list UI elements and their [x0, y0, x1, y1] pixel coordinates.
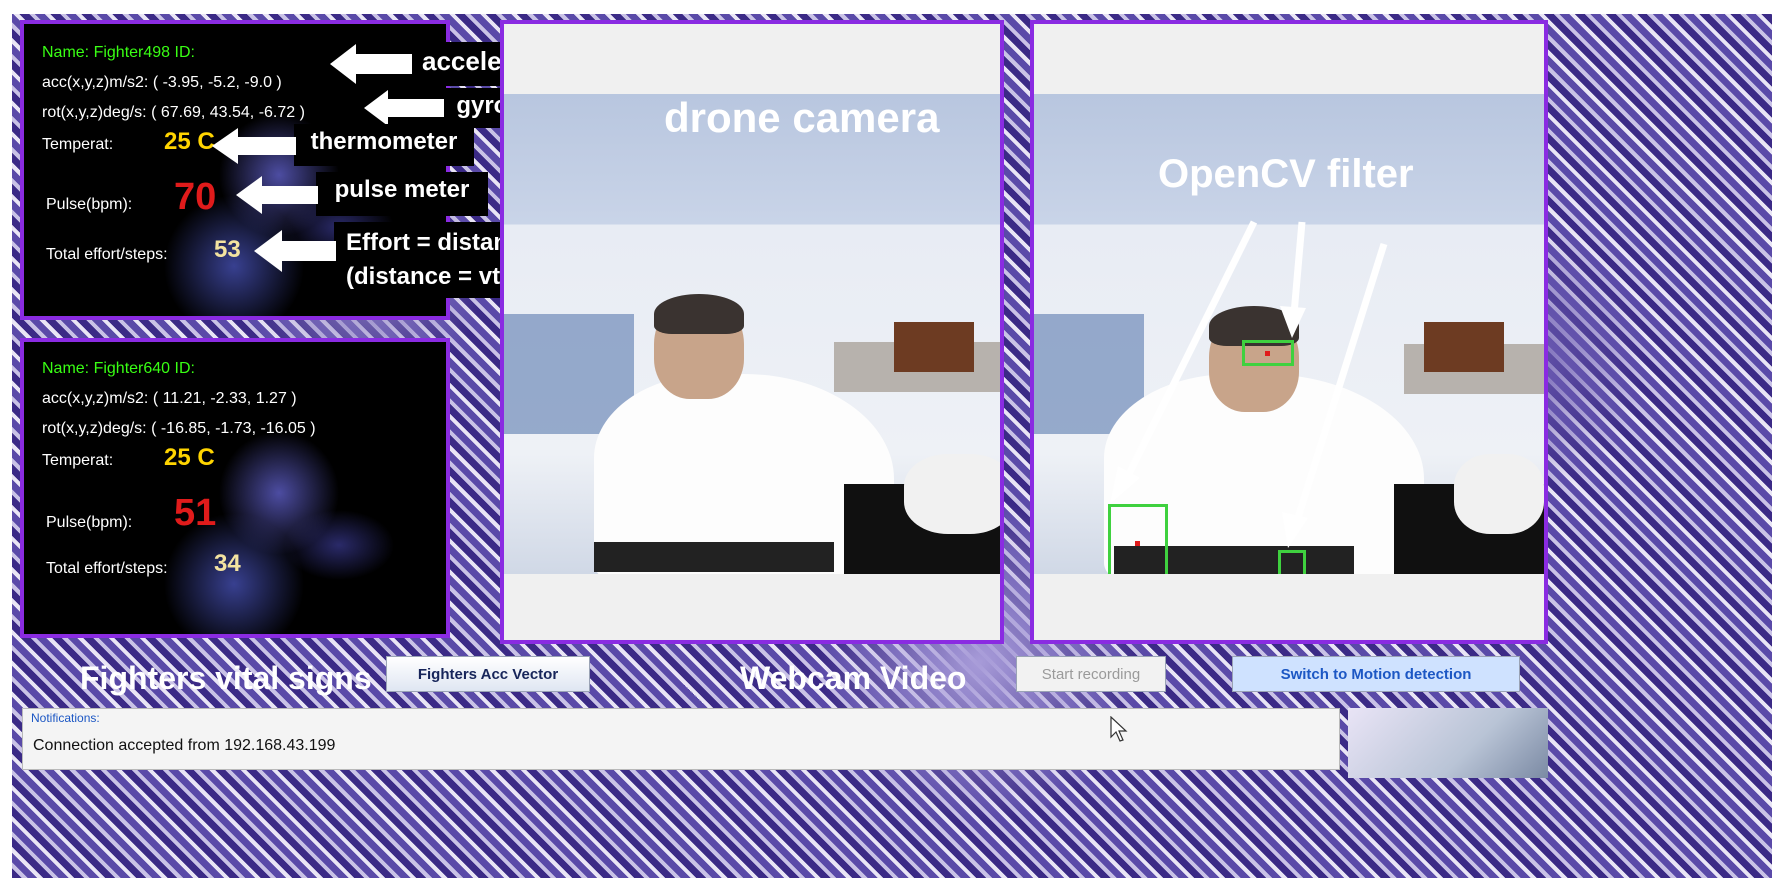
second-person-shape	[904, 454, 1000, 534]
arrow-left-icon	[330, 44, 412, 84]
arrow-left-icon	[236, 176, 318, 214]
picture-frame-shape	[894, 322, 974, 372]
drone-camera-view: drone camera	[500, 20, 1004, 644]
fighter-hair-shape	[654, 294, 744, 334]
effort-value: 53	[214, 236, 241, 263]
notification-message: Connection accepted from 192.168.43.199	[33, 737, 336, 754]
acc-reading: acc(x,y,z)m/s2: ( -3.95, -5.2, -9.0 )	[42, 74, 282, 91]
fighter-name: Name: Fighter640 ID:	[42, 360, 195, 377]
temperature-value: 25 C	[164, 444, 215, 471]
fighters-acc-vector-button[interactable]: Fighters Acc Vector	[386, 656, 590, 692]
opencv-filter-view: OpenCV filter	[1030, 20, 1548, 644]
effort-label: Total effort/steps:	[46, 246, 168, 263]
arrow-left-icon	[254, 230, 336, 272]
webcam-video-label: Webcam Video	[740, 660, 967, 696]
start-recording-button[interactable]: Start recording	[1016, 656, 1166, 692]
annotation-thermometer: thermometer	[294, 124, 474, 166]
rot-reading: rot(x,y,z)deg/s: ( -16.85, -1.73, -16.05…	[42, 420, 316, 437]
effort-label: Total effort/steps:	[46, 560, 168, 577]
pulse-label: Pulse(bpm):	[46, 196, 133, 213]
switch-to-motion-detection-button[interactable]: Switch to Motion detection	[1232, 656, 1520, 692]
annotation-pulse-meter: pulse meter	[316, 172, 488, 216]
pulse-value: 70	[174, 176, 217, 218]
temperature-value: 25 C	[164, 128, 215, 155]
mouse-pointer-icon	[1110, 716, 1128, 742]
pulse-value: 51	[174, 492, 217, 534]
opencv-filter-label: OpenCV filter	[1158, 152, 1414, 196]
arrow-left-icon	[364, 90, 444, 126]
notifications-panel: Notifications: Connection accepted from …	[22, 708, 1340, 770]
fighter-name: Name: Fighter498 ID:	[42, 44, 195, 61]
drone-video-feed: drone camera	[504, 94, 1000, 574]
opencv-video-feed: OpenCV filter	[1034, 94, 1544, 574]
pulse-label: Pulse(bpm):	[46, 514, 133, 531]
notifications-title: Notifications:	[31, 711, 100, 725]
effort-value: 34	[214, 550, 241, 577]
app-window: Name: Fighter498 ID: acc(x,y,z)m/s2: ( -…	[12, 14, 1772, 878]
fighters-vital-signs-label: Fighters vital signs	[80, 660, 372, 696]
rot-reading: rot(x,y,z)deg/s: ( 67.69, 43.54, -6.72 )	[42, 104, 305, 121]
acc-reading: acc(x,y,z)m/s2: ( 11.21, -2.33, 1.27 )	[42, 390, 297, 407]
drone-camera-label: drone camera	[664, 94, 940, 141]
temperature-label: Temperat:	[42, 452, 114, 469]
vital-panel-fighter-2: Name: Fighter640 ID: acc(x,y,z)m/s2: ( 1…	[20, 338, 450, 638]
decorative-thumbnail	[1348, 708, 1548, 778]
arrow-left-icon	[212, 128, 296, 164]
temperature-label: Temperat:	[42, 136, 114, 153]
belt-shape	[594, 542, 834, 572]
